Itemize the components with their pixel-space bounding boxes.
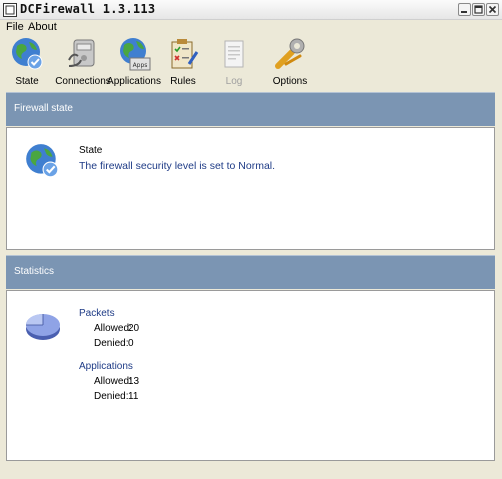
toolbar-log-button[interactable]: Log	[204, 36, 264, 90]
globe-check-icon	[26, 144, 59, 178]
toolbar: State Connections Apps Applications Rule…	[0, 34, 502, 92]
applications-label: Applications	[79, 361, 133, 372]
toolbar-options-label: Options	[272, 76, 308, 87]
applications-allowed-label: Allowed:	[94, 376, 132, 387]
pie-chart-icon	[26, 314, 60, 340]
svg-text:Apps: Apps	[133, 62, 148, 69]
minimize-button[interactable]	[458, 3, 471, 16]
maximize-button[interactable]	[472, 3, 485, 16]
firewall-state-panel: State The firewall security level is set…	[6, 127, 495, 250]
app-icon	[3, 3, 17, 17]
applications-icon: Apps	[120, 38, 151, 71]
options-icon	[275, 38, 305, 69]
menu-about[interactable]: About	[28, 21, 57, 33]
packets-label: Packets	[79, 308, 115, 319]
applications-allowed-value: 13	[128, 376, 140, 387]
statistics-header: Statistics	[6, 255, 495, 289]
close-icon	[488, 5, 497, 14]
menu-file[interactable]: File	[6, 21, 24, 33]
packets-allowed-label: Allowed:	[94, 323, 132, 334]
rules-icon	[171, 39, 199, 69]
packets-allowed-value: 20	[128, 323, 140, 334]
firewall-state-title: Firewall state	[14, 103, 73, 114]
close-button[interactable]	[486, 3, 499, 16]
applications-denied-value: 11	[128, 391, 139, 402]
toolbar-state-button[interactable]: State	[0, 36, 57, 90]
minimize-icon	[461, 11, 467, 13]
state-label: State	[79, 145, 103, 156]
packets-denied-label: Denied:	[94, 338, 129, 349]
connections-icon	[68, 39, 95, 67]
toolbar-log-label: Log	[225, 76, 243, 87]
toolbar-options-button[interactable]: Options	[260, 36, 320, 90]
state-message: The firewall security level is set to No…	[79, 160, 276, 172]
toolbar-state-label: State	[15, 76, 39, 87]
applications-denied-label: Denied:	[94, 391, 129, 402]
menu-bar: File About	[0, 20, 502, 34]
statistics-title: Statistics	[14, 266, 55, 277]
globe-check-icon	[12, 38, 43, 70]
title-bar: DCFirewall 1.3.113	[0, 0, 502, 20]
statistics-panel: Packets Allowed: 20 Denied: 0 Applicatio…	[6, 290, 495, 461]
packets-denied-value: 0	[128, 338, 134, 349]
firewall-state-header: Firewall state	[6, 92, 495, 126]
log-icon	[224, 40, 244, 68]
window-title: DCFirewall 1.3.113	[20, 2, 156, 16]
maximize-icon	[474, 5, 483, 14]
